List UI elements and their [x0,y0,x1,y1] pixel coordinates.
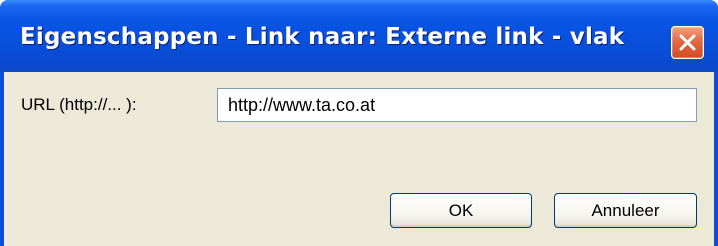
ok-button[interactable]: OK [390,193,532,228]
title-bar[interactable]: Eigenschappen - Link naar: Externe link … [0,0,718,72]
close-button[interactable] [671,26,704,59]
dialog-window: Eigenschappen - Link naar: Externe link … [0,0,718,246]
window-title: Eigenschappen - Link naar: Externe link … [20,24,625,50]
cancel-button[interactable]: Annuleer [554,193,697,228]
url-input[interactable] [217,88,697,122]
close-icon [679,34,696,51]
url-label: URL (http://... ): [21,95,137,114]
dialog-body: URL (http://... ): OK Annuleer [4,72,714,246]
